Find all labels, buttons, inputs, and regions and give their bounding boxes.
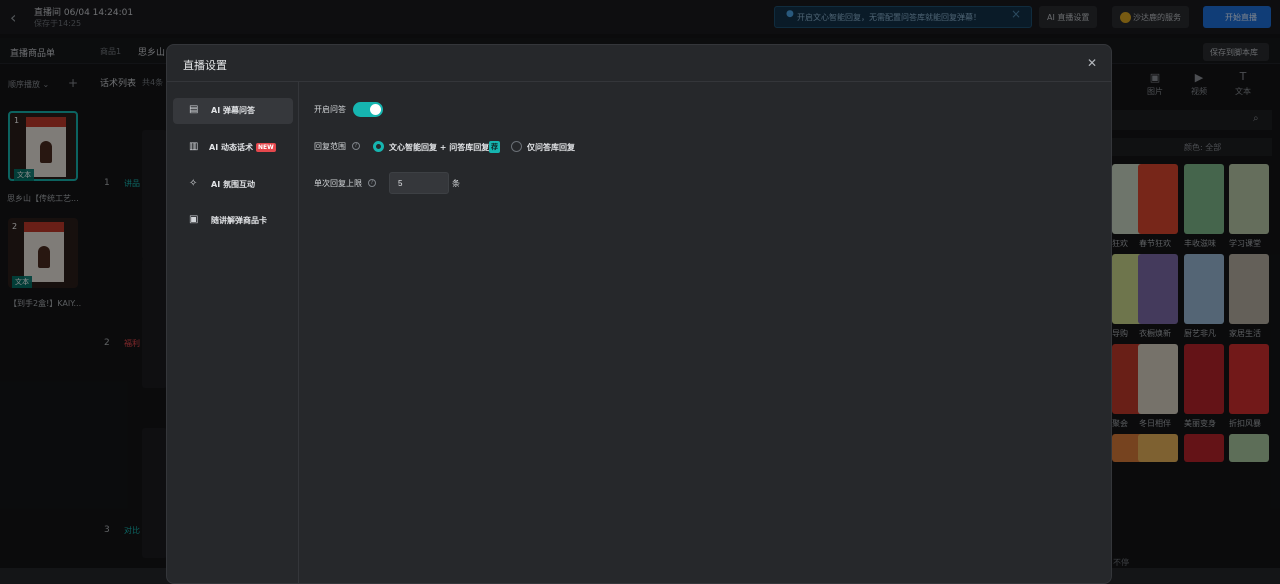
nav-item-ai-danmu-qa[interactable]: ▤ AI 弹幕问答: [173, 98, 293, 124]
divider: [167, 81, 1111, 82]
scope-option-smart-label[interactable]: 文心智能回复 + 问答库回复: [389, 142, 489, 153]
reply-limit-label: 单次回复上限: [314, 179, 362, 188]
reply-scope-label: 回复范围: [314, 142, 346, 151]
help-icon[interactable]: ?: [368, 179, 376, 187]
close-icon[interactable]: ✕: [1087, 56, 1097, 70]
bag-icon: ▣: [189, 214, 199, 225]
chat-icon: ▥: [189, 141, 199, 152]
scope-option-library-label[interactable]: 仅问答库回复: [527, 142, 575, 153]
recommended-badge: 荐: [489, 141, 500, 153]
nav-item-ai-dynamic-script[interactable]: ▥ AI 动态话术 NEW: [173, 135, 293, 161]
enable-qa-toggle[interactable]: [353, 102, 383, 117]
scope-radio-library[interactable]: [511, 141, 522, 152]
divider: [298, 82, 299, 583]
new-badge: NEW: [256, 143, 276, 152]
party-icon: ✧: [189, 178, 198, 189]
dialog-title: 直播设置: [183, 59, 227, 72]
enable-qa-label: 开启问答: [314, 105, 346, 114]
reply-limit-input[interactable]: [389, 172, 449, 194]
nav-item-ai-atmosphere[interactable]: ✧ AI 氛围互动: [173, 172, 293, 198]
reply-limit-unit: 条: [452, 179, 460, 188]
help-icon[interactable]: ?: [352, 142, 360, 150]
toggle-knob: [370, 104, 381, 115]
nav-item-product-card[interactable]: ▣ 随讲解弹商品卡: [173, 208, 293, 234]
message-icon: ▤: [189, 104, 199, 115]
live-settings-dialog: 直播设置 ✕ ▤ AI 弹幕问答 ▥ AI 动态话术 NEW ✧ AI 氛围互动…: [166, 44, 1112, 584]
scope-radio-smart[interactable]: [373, 141, 384, 152]
